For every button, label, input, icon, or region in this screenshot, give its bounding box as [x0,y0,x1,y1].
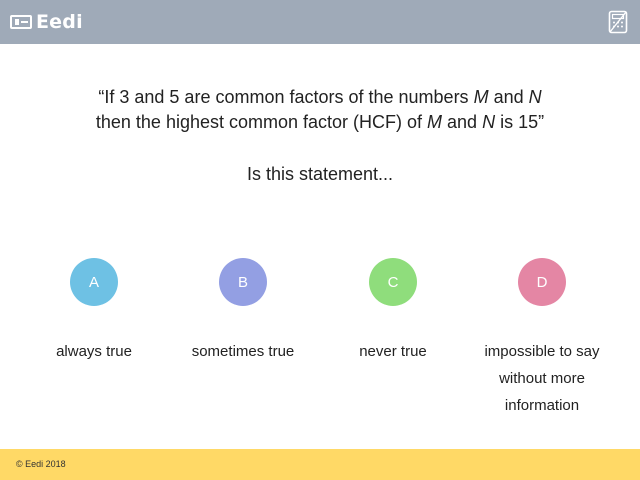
option-d-circle[interactable]: D [518,258,566,306]
question-text-part: is 15” [495,112,545,132]
page: Eedi “If 3 and 5 are common factors of t… [0,0,640,480]
option-a-label[interactable]: always true [19,338,169,365]
option-c-label[interactable]: never true [318,338,468,365]
statement-prompt: Is this statement... [246,164,394,184]
option-b[interactable]: B sometimes true [168,258,318,365]
option-b-label[interactable]: sometimes true [168,338,318,365]
variable-m: M [473,87,489,107]
question-text-part: then the highest common factor (HCF) of [95,112,428,132]
copyright-text: © Eedi 2018 [16,459,66,469]
calculator-icon[interactable] [608,10,628,34]
header-bar: Eedi [0,0,640,44]
option-c-circle[interactable]: C [369,258,417,306]
question-text-part: If 3 and 5 are common factors of the num… [104,87,474,107]
variable-n: N [482,112,496,132]
option-b-circle[interactable]: B [219,258,267,306]
eedi-logo: Eedi [10,10,83,34]
option-d-label[interactable]: impossible to say without more informati… [472,338,612,419]
option-d[interactable]: D impossible to say without more informa… [472,258,612,419]
variable-m: M [427,112,443,132]
question-text-part: and [442,112,483,132]
variable-n: N [528,87,542,107]
question-text-part: and [488,87,529,107]
question-line-1: “If 3 and 5 are common factors of the nu… [40,85,600,110]
question-line-2: then the highest common factor (HCF) of … [40,110,600,135]
option-a-circle[interactable]: A [70,258,118,306]
brand-name: Eedi [36,11,83,33]
option-a[interactable]: A always true [19,258,169,365]
question-text: “If 3 and 5 are common factors of the nu… [40,85,600,135]
footer-bar: © Eedi 2018 [0,449,640,480]
eedi-logo-icon [10,15,32,29]
option-c[interactable]: C never true [318,258,468,365]
